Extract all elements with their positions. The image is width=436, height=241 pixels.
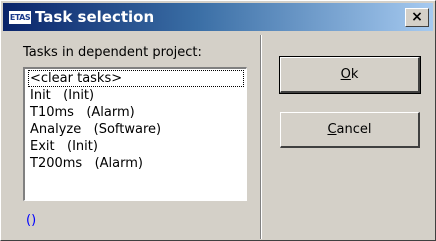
dialog-title: Task selection — [35, 8, 155, 26]
task-item-init[interactable]: Init (Init) — [28, 87, 244, 104]
cancel-label-rest: ancel — [336, 122, 372, 137]
task-item-t200ms[interactable]: T200ms (Alarm) — [28, 155, 244, 172]
ok-mnemonic: O — [340, 67, 351, 82]
vertical-divider — [260, 35, 262, 239]
tasks-label: Tasks in dependent project: — [23, 45, 202, 60]
task-item-t10ms[interactable]: T10ms (Alarm) — [28, 104, 244, 121]
selection-summary: () — [26, 213, 37, 228]
close-button[interactable]: × — [405, 8, 429, 27]
task-item-analyze[interactable]: Analyze (Software) — [28, 121, 244, 138]
close-icon: × — [411, 9, 423, 25]
task-selection-dialog: ETAS Task selection × Tasks in dependent… — [0, 0, 436, 241]
tasks-listbox[interactable]: <clear tasks> Init (Init) T10ms (Alarm) … — [23, 67, 247, 201]
title-bar[interactable]: ETAS Task selection × — [3, 3, 433, 31]
ok-label-rest: k — [350, 67, 359, 82]
cancel-button[interactable]: Cancel — [280, 112, 420, 148]
etas-logo-icon: ETAS — [9, 11, 31, 24]
task-item-clear[interactable]: <clear tasks> — [28, 70, 244, 87]
ok-button[interactable]: Ok — [279, 56, 421, 94]
task-item-exit[interactable]: Exit (Init) — [28, 138, 244, 155]
cancel-mnemonic: C — [327, 122, 337, 137]
